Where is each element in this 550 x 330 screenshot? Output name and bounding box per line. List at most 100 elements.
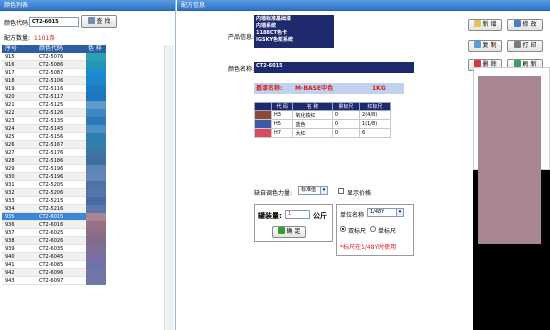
recipe-swatch — [254, 128, 272, 138]
single-ruler-radio[interactable] — [370, 226, 376, 232]
row-code: CT2-5215 — [39, 198, 64, 204]
color-list-row[interactable]: 926 CT2-5167 — [2, 141, 106, 149]
double-ruler-radio[interactable] — [340, 226, 346, 232]
row-code: CT2-5125 — [39, 102, 64, 108]
row-no: 943 — [5, 278, 15, 284]
copy-button-label: 复 制 — [482, 42, 497, 49]
recipe-name: 大红 — [292, 128, 333, 138]
search-button[interactable]: 查 找 — [81, 15, 117, 28]
row-swatch — [86, 245, 106, 253]
row-swatch — [86, 133, 106, 141]
unit-value: 1/48Y — [370, 209, 385, 215]
color-list-row[interactable]: 916 CT2-5086 — [2, 61, 106, 69]
row-code: CT2-5186 — [39, 158, 64, 164]
color-list-row[interactable]: 931 CT2-5205 — [2, 181, 106, 189]
confirm-button[interactable]: 确 定 — [272, 226, 306, 238]
color-code-label: 颜色代码: — [4, 20, 31, 27]
row-swatch — [86, 109, 106, 117]
new-button[interactable]: 新 增 — [468, 19, 502, 31]
row-swatch — [86, 157, 106, 165]
product-line: 内墙系统 — [256, 23, 277, 29]
row-swatch — [86, 61, 106, 69]
row-no: 931 — [5, 182, 15, 188]
color-list-row[interactable]: 921 CT2-5125 — [2, 101, 106, 109]
color-list-row[interactable]: 924 CT2-5145 — [2, 125, 106, 133]
row-swatch — [86, 189, 106, 197]
recipe-row[interactable]: H5 蓝色 0 1(1/8) — [254, 119, 391, 129]
color-list-row[interactable]: 915 CT2-5076 — [2, 53, 106, 61]
weigh-input[interactable]: 1 — [285, 210, 310, 219]
recipe-row[interactable]: H3 氧化铁红 0 2(4/8) — [254, 110, 391, 120]
color-list-row[interactable]: 918 CT2-5106 — [2, 77, 106, 85]
recipe-code: H5 — [270, 119, 294, 129]
unit-box: 单位名称 1/48Y ▾ 双标尺 单标尺 *标尺在1/48Y时使用 — [336, 204, 414, 256]
color-list-row[interactable]: 923 CT2-5135 — [2, 117, 106, 125]
color-list-row[interactable]: 928 CT2-5186 — [2, 157, 106, 165]
base-paint-label: 基漆名称: — [256, 85, 283, 92]
color-list-row[interactable]: 940 CT2-6045 — [2, 253, 106, 261]
color-list-row[interactable]: 927 CT2-5176 — [2, 149, 106, 157]
color-list-row[interactable]: 938 CT2-6026 — [2, 237, 106, 245]
recipe-name: 蓝色 — [292, 119, 333, 129]
color-list-row[interactable]: 919 CT2-5116 — [2, 85, 106, 93]
color-list-row[interactable]: 937 CT2-6025 — [2, 229, 106, 237]
tint-strength-select[interactable]: 标准值 ▾ — [298, 186, 328, 195]
product-info-box: 内墙标准基础漆 内墙系统 1188CT色卡 IGSKY色浆系统 — [254, 15, 334, 48]
color-code-input[interactable]: CT2-6015 — [29, 17, 79, 27]
color-list-row[interactable]: 930 CT2-5196 — [2, 173, 106, 181]
weigh-unit: 公斤 — [313, 212, 327, 220]
row-no: 920 — [5, 94, 15, 100]
row-code: CT2-5076 — [39, 54, 64, 60]
row-code: CT2-6035 — [39, 246, 64, 252]
color-list-row[interactable]: 939 CT2-6035 — [2, 245, 106, 253]
color-list-row[interactable]: 932 CT2-5206 — [2, 189, 106, 197]
chevron-down-icon: ▾ — [396, 209, 403, 216]
unit-select[interactable]: 1/48Y ▾ — [367, 208, 404, 217]
color-list-row[interactable]: 917 CT2-5087 — [2, 69, 106, 77]
search-button-label: 查 找 — [96, 18, 111, 25]
copy-button[interactable]: 复 制 — [468, 40, 502, 52]
color-list-row[interactable]: 920 CT2-5117 — [2, 93, 106, 101]
color-list-row[interactable]: 942 CT2-6096 — [2, 269, 106, 277]
color-grid-scrollbar[interactable] — [164, 45, 174, 330]
base-paint-size: 1KG — [372, 85, 386, 92]
base-paint-value: M-BASE中色 — [295, 85, 334, 92]
color-list-row[interactable]: 943 CT2-6097 — [2, 277, 106, 285]
recipe-info-title: 配方信息 — [177, 0, 550, 11]
color-list-row[interactable]: 935 CT2-6015 — [2, 213, 106, 221]
color-list-row[interactable]: 925 CT2-5156 — [2, 133, 106, 141]
color-list-row[interactable]: 941 CT2-6085 — [2, 261, 106, 269]
row-no: 941 — [5, 262, 15, 268]
row-no: 935 — [5, 214, 15, 220]
color-list-row[interactable]: 922 CT2-5126 — [2, 109, 106, 117]
row-swatch — [86, 229, 106, 237]
double-ruler-label: 双标尺 — [348, 228, 367, 235]
recipe-col-red: 红标尺 — [359, 102, 391, 111]
tint-strength-label: 缺自调色力量: — [254, 190, 293, 197]
color-grid-header: 序号 颜色代码 色 样 — [2, 45, 106, 53]
color-list-row[interactable]: 933 CT2-5215 — [2, 197, 106, 205]
color-list-row[interactable]: 929 CT2-5196 — [2, 165, 106, 173]
edit-icon — [513, 20, 521, 27]
row-swatch — [86, 261, 106, 269]
row-no: 919 — [5, 86, 15, 92]
row-no: 933 — [5, 198, 15, 204]
color-list-row[interactable]: 936 CT2-6016 — [2, 221, 106, 229]
weigh-value: 1 — [288, 211, 292, 217]
color-list-row[interactable]: 934 CT2-5216 — [2, 205, 106, 213]
row-code: CT2-6085 — [39, 262, 64, 268]
col-code-header: 颜色代码 — [39, 45, 64, 52]
row-no: 937 — [5, 230, 15, 236]
show-price-checkbox[interactable] — [338, 188, 344, 194]
row-swatch — [86, 77, 106, 85]
printer-icon — [513, 41, 521, 48]
print-button[interactable]: 打 印 — [507, 40, 543, 52]
row-code: CT2-5216 — [39, 206, 64, 212]
recipe-name: 氧化铁红 — [292, 110, 333, 120]
row-swatch — [86, 205, 106, 213]
row-code: CT2-5117 — [39, 94, 64, 100]
recipe-row[interactable]: H7 大红 0 6 — [254, 128, 391, 138]
color-name-text: CT2-6015 — [256, 63, 283, 69]
col-no-header: 序号 — [5, 45, 18, 52]
edit-button[interactable]: 修 改 — [507, 19, 543, 31]
